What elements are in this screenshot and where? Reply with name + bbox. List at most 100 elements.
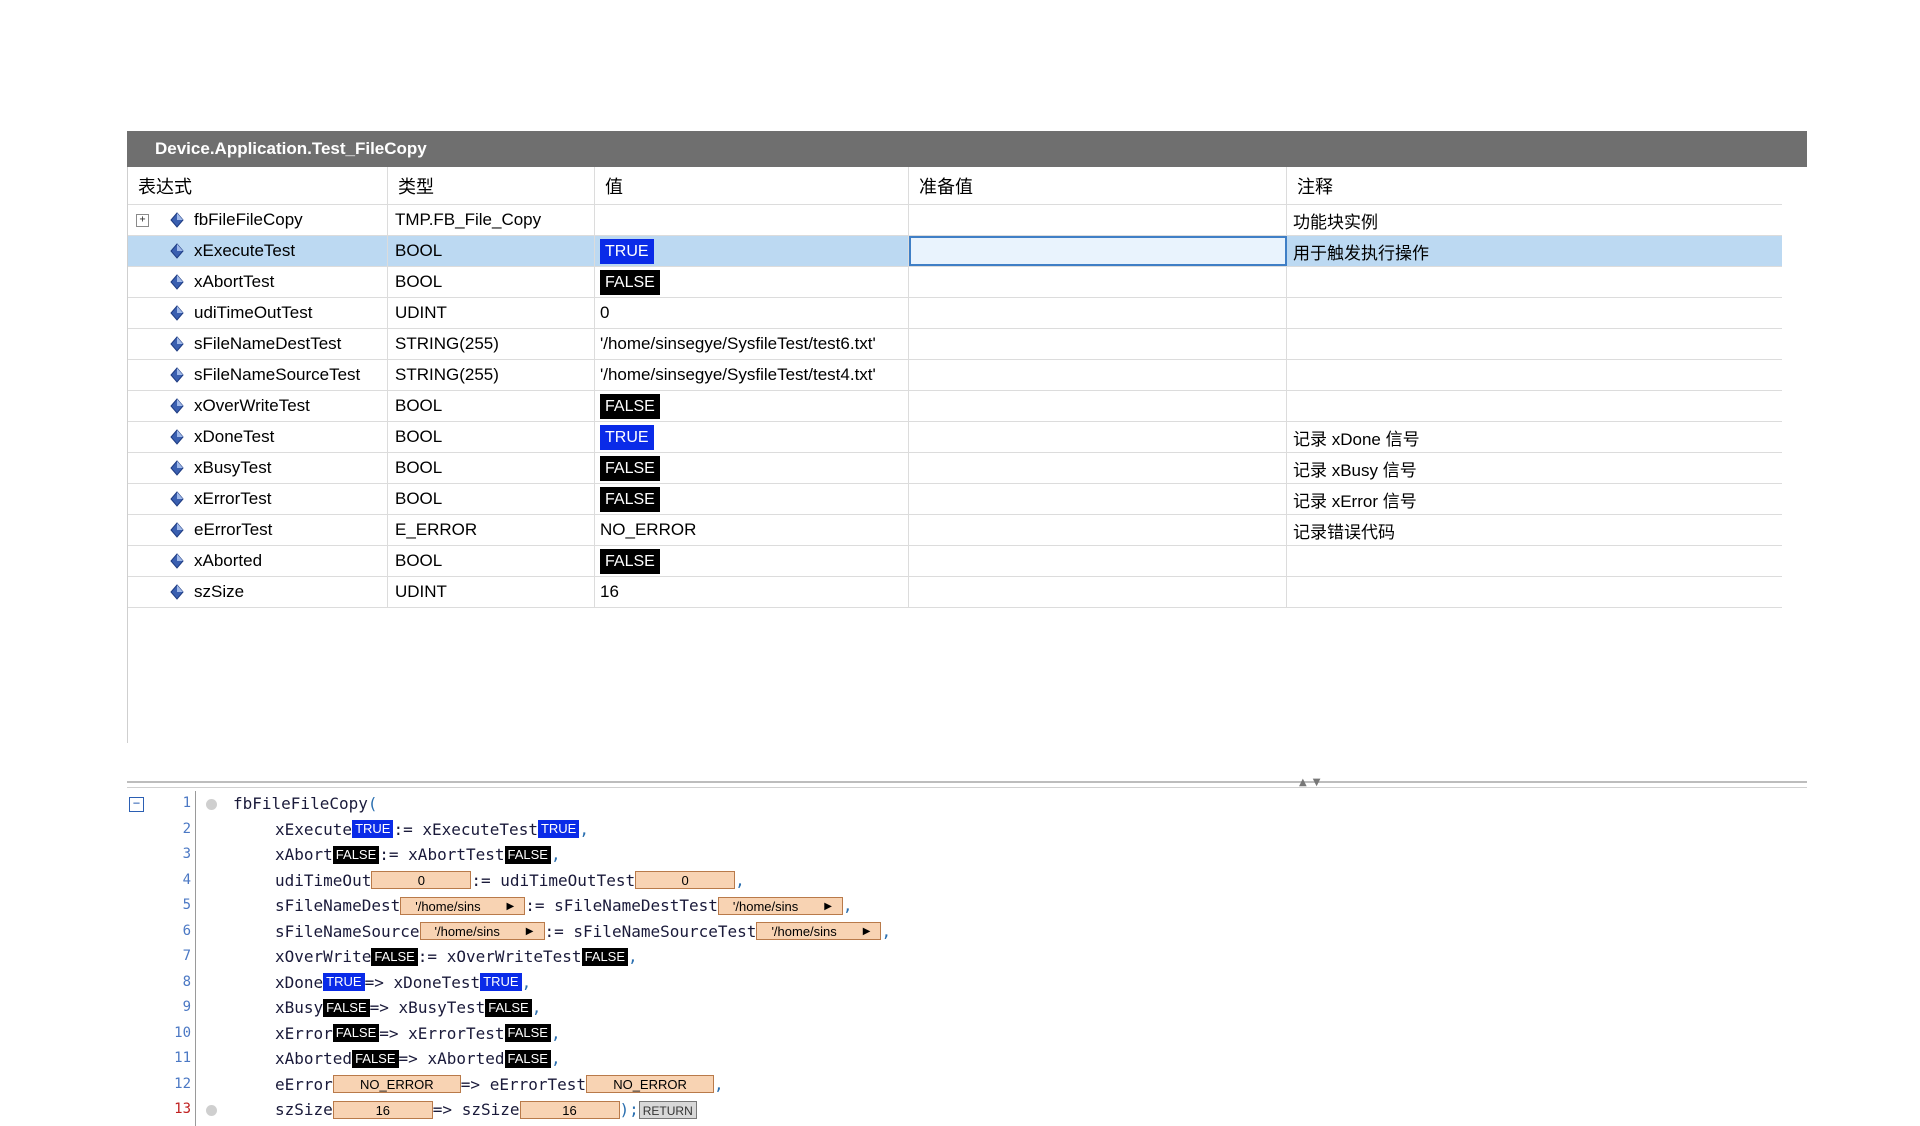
cell-prepared-value[interactable] <box>909 360 1287 390</box>
cell-value[interactable]: FALSE <box>595 267 909 297</box>
expand-triangle-icon[interactable]: ▶ <box>526 923 534 941</box>
cell-prepared-value[interactable] <box>909 298 1287 328</box>
cell-expression[interactable]: xAborted <box>128 546 388 576</box>
return-marker[interactable]: RETURN <box>638 1100 697 1119</box>
cell-comment[interactable] <box>1287 391 1782 421</box>
cell-value[interactable]: TRUE <box>595 422 909 452</box>
bool-value-badge: FALSE <box>600 269 660 295</box>
cell-prepared-value[interactable] <box>909 515 1287 545</box>
cell-comment[interactable]: 记录错误代码 <box>1287 515 1782 545</box>
table-row[interactable]: + fbFileFileCopy TMP.FB_File_Copy 功能块实例 <box>128 205 1782 236</box>
cell-prepared-value[interactable] <box>909 577 1287 607</box>
cell-expression[interactable]: xExecuteTest <box>128 236 388 266</box>
code-line[interactable]: 13 szSize 16 => szSize 16); RETURN <box>127 1097 1807 1122</box>
cell-value[interactable]: 0 <box>595 298 909 328</box>
code-line[interactable]: 5 sFileNameDest '/home/sins ▶:= sFileNameDe… <box>127 893 1807 918</box>
header-expression[interactable]: 表达式 <box>128 167 388 204</box>
table-row[interactable]: xBusyTest BOOL FALSE 记录 xBusy 信号 <box>128 453 1782 484</box>
cell-value[interactable]: 16 <box>595 577 909 607</box>
table-row[interactable]: xErrorTest BOOL FALSE 记录 xError 信号 <box>128 484 1782 515</box>
breakpoint-dot-icon[interactable] <box>206 799 217 810</box>
code-line[interactable]: 1 fbFileFileCopy( <box>127 791 1807 816</box>
expand-triangle-icon[interactable]: ▶ <box>824 898 832 916</box>
cell-value[interactable]: FALSE <box>595 484 909 514</box>
cell-value[interactable]: FALSE <box>595 391 909 421</box>
cell-prepared-value[interactable] <box>909 546 1287 576</box>
expand-triangle-icon[interactable]: ▶ <box>863 923 871 941</box>
header-prepared-value[interactable]: 准备值 <box>909 167 1287 204</box>
cell-expression[interactable]: xBusyTest <box>128 453 388 483</box>
header-value[interactable]: 值 <box>595 167 909 204</box>
cell-comment[interactable]: 用于触发执行操作 <box>1287 236 1782 266</box>
code-line[interactable]: 11 xAborted FALSE => xAborted FALSE, <box>127 1046 1807 1071</box>
cell-expression[interactable]: + fbFileFileCopy <box>128 205 388 235</box>
cell-expression[interactable]: eErrorTest <box>128 515 388 545</box>
code-editor[interactable]: − 1 fbFileFileCopy(2 xExecute TRUE:= xExecu… <box>127 791 1807 1126</box>
cell-expression[interactable]: sFileNameDestTest <box>128 329 388 359</box>
cell-expression[interactable]: xErrorTest <box>128 484 388 514</box>
header-comment[interactable]: 注释 <box>1287 167 1782 204</box>
cell-value[interactable]: '/home/sinsegye/SysfileTest/test6.txt' <box>595 329 909 359</box>
cell-comment[interactable]: 记录 xDone 信号 <box>1287 422 1782 452</box>
cell-expression[interactable]: xDoneTest <box>128 422 388 452</box>
code-line[interactable]: 4 udiTimeOut 0:= udiTimeOutTest 0, <box>127 868 1807 893</box>
cell-expression[interactable]: szSize <box>128 577 388 607</box>
cell-value[interactable]: '/home/sinsegye/SysfileTest/test4.txt' <box>595 360 909 390</box>
code-line[interactable]: 9 xBusy FALSE => xBusyTest FALSE, <box>127 995 1807 1020</box>
table-row[interactable]: udiTimeOutTest UDINT 0 <box>128 298 1782 329</box>
cell-prepared-value[interactable] <box>909 205 1287 235</box>
cell-prepared-value[interactable] <box>909 422 1287 452</box>
code-line[interactable]: 7 xOverWrite FALSE:= xOverWriteTest FALSE, <box>127 944 1807 969</box>
cell-comment[interactable]: 记录 xBusy 信号 <box>1287 453 1782 483</box>
cell-comment[interactable]: 记录 xError 信号 <box>1287 484 1782 514</box>
cell-comment[interactable] <box>1287 577 1782 607</box>
cell-prepared-value[interactable] <box>909 236 1287 266</box>
breakpoint-dot-icon[interactable] <box>206 1105 217 1116</box>
cell-prepared-value[interactable] <box>909 391 1287 421</box>
code-line[interactable]: 6 sFileNameSource '/home/sins ▶:= sFileName… <box>127 919 1807 944</box>
header-type[interactable]: 类型 <box>388 167 595 204</box>
cell-expression[interactable]: xAbortTest <box>128 267 388 297</box>
table-row[interactable]: xAborted BOOL FALSE <box>128 546 1782 577</box>
cell-comment[interactable]: 功能块实例 <box>1287 205 1782 235</box>
table-row[interactable]: xOverWriteTest BOOL FALSE <box>128 391 1782 422</box>
cell-expression[interactable]: xOverWriteTest <box>128 391 388 421</box>
line-end: , <box>550 1023 561 1043</box>
line-end: , <box>531 998 542 1017</box>
cell-expression[interactable]: sFileNameSourceTest <box>128 360 388 390</box>
cell-comment[interactable] <box>1287 298 1782 328</box>
inline-true-value: TRUE <box>352 820 394 838</box>
table-row[interactable]: xExecuteTest BOOL TRUE 用于触发执行操作 <box>128 236 1782 267</box>
table-row[interactable]: szSize UDINT 16 <box>128 577 1782 608</box>
plus-box-icon[interactable]: + <box>136 213 149 227</box>
cell-value[interactable]: FALSE <box>595 453 909 483</box>
cell-prepared-value[interactable] <box>909 329 1287 359</box>
cell-value[interactable]: FALSE <box>595 546 909 576</box>
cell-prepared-value[interactable] <box>909 453 1287 483</box>
cell-value[interactable]: TRUE <box>595 236 909 266</box>
table-row[interactable]: xDoneTest BOOL TRUE 记录 xDone 信号 <box>128 422 1782 453</box>
code-line[interactable]: 8 xDone TRUE => xDoneTest TRUE, <box>127 970 1807 995</box>
code-line[interactable]: 12 eError NO_ERROR => eErrorTest NO_ERROR, <box>127 1072 1807 1097</box>
cell-prepared-value[interactable] <box>909 267 1287 297</box>
expand-triangle-icon[interactable]: ▶ <box>507 898 515 916</box>
table-row[interactable]: sFileNameSourceTest STRING(255) '/home/sin… <box>128 360 1782 391</box>
pane-splitter[interactable]: ▲▼ <box>127 777 1807 788</box>
table-row[interactable]: sFileNameDestTest STRING(255) '/home/sinse… <box>128 329 1782 360</box>
cell-expression[interactable]: udiTimeOutTest <box>128 298 388 328</box>
param-name: sFileNameSource <box>275 921 420 941</box>
cell-comment[interactable] <box>1287 329 1782 359</box>
cell-value[interactable]: NO_ERROR <box>595 515 909 545</box>
code-line[interactable]: 3 xAbort FALSE:= xAbortTest FALSE, <box>127 842 1807 867</box>
cell-comment[interactable] <box>1287 267 1782 297</box>
cell-comment[interactable] <box>1287 360 1782 390</box>
cell-value[interactable] <box>595 205 909 235</box>
table-row[interactable]: eErrorTest E_ERROR NO_ERROR 记录错误代码 <box>128 515 1782 546</box>
code-line[interactable]: 10 xError FALSE => xErrorTest FALSE, <box>127 1021 1807 1046</box>
code-line[interactable]: 2 xExecute TRUE:= xExecuteTest TRUE, <box>127 817 1807 842</box>
variable-diamond-icon <box>170 553 184 569</box>
cell-prepared-value[interactable] <box>909 484 1287 514</box>
table-row[interactable]: xAbortTest BOOL FALSE <box>128 267 1782 298</box>
cell-comment[interactable] <box>1287 546 1782 576</box>
splitter-arrows-icon[interactable]: ▲▼ <box>1299 777 1326 788</box>
